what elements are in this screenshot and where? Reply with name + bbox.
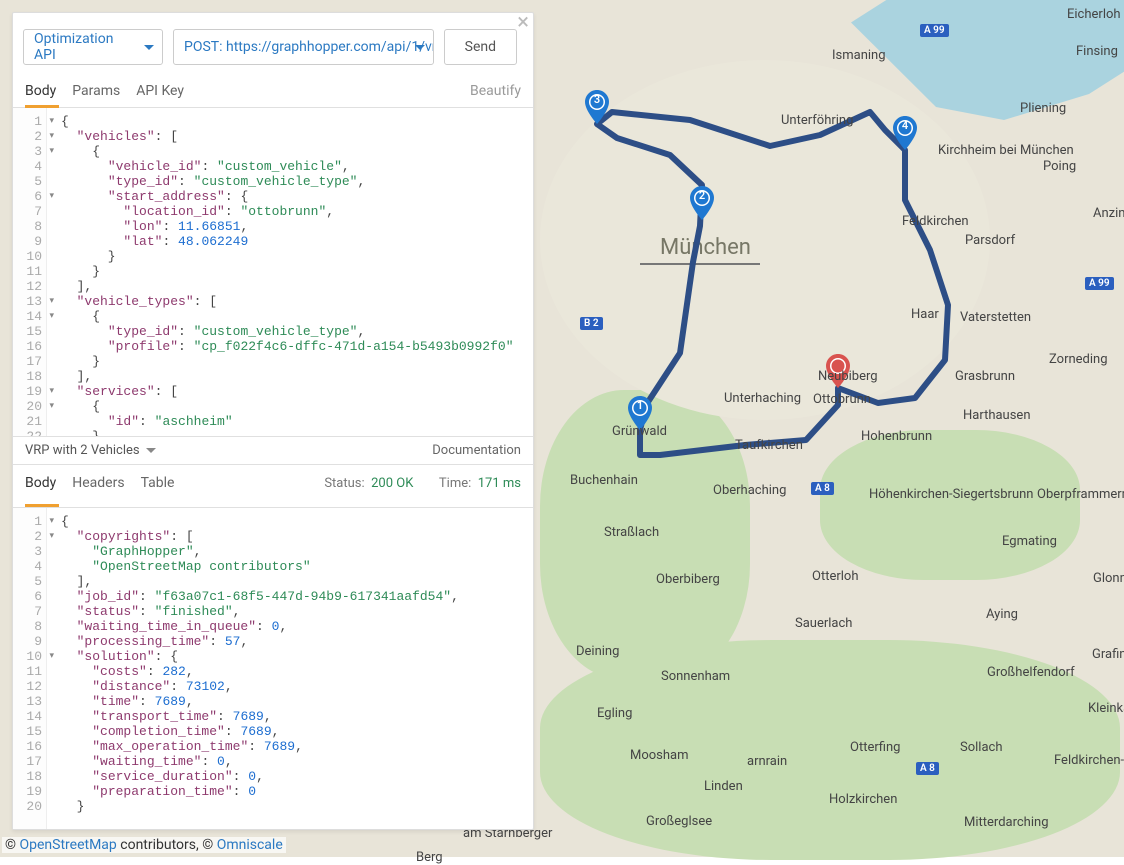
road-shield: A 99 (1085, 277, 1114, 290)
api-panel: × Optimization API POST: https://graphho… (12, 12, 534, 830)
send-button[interactable]: Send (444, 29, 517, 65)
town-label: Eicherloh (1067, 7, 1121, 22)
town-label: Oberbiberg (656, 572, 720, 587)
town-label: Feldkirchen-Westerham (1054, 753, 1124, 768)
town-label: Grasbrunn (955, 369, 1015, 384)
town-label: Linden (704, 779, 743, 794)
tab-body[interactable]: Body (25, 83, 56, 107)
forest-area (820, 430, 1080, 580)
example-select[interactable]: VRP with 2 Vehicles (25, 443, 158, 458)
city-label: München (660, 235, 751, 260)
town-label: Glonn (1093, 571, 1124, 586)
town-label: Ismaning (832, 48, 886, 63)
omniscale-link[interactable]: Omniscale (217, 837, 283, 853)
town-label: Anzing (1093, 206, 1124, 221)
town-label: Oberhaching (713, 483, 786, 498)
marker-stop-4[interactable]: 4 (893, 116, 917, 150)
town-label: Kleinkarolinenfeld (1088, 701, 1124, 716)
map-attribution: © OpenStreetMap contributors, © Omniscal… (2, 837, 286, 853)
marker-stop-2[interactable]: 2 (690, 186, 714, 220)
town-label: Vaterstetten (960, 310, 1031, 325)
request-editor[interactable]: 12345678910111213141516171819202122 { "v… (13, 108, 533, 436)
town-label: Pliening (1020, 101, 1066, 116)
town-label: Straßlach (604, 525, 659, 540)
town-label: Oberpframmern (1037, 487, 1124, 502)
town-label: Grafing (1092, 647, 1124, 662)
town-label: Kirchheim bei München (938, 143, 1074, 158)
town-label: Egling (597, 706, 632, 721)
town-label: Sauerlach (795, 616, 852, 631)
town-label: Haar (911, 307, 939, 322)
town-label: Deining (576, 644, 619, 659)
api-select[interactable]: Optimization API (23, 29, 163, 65)
town-label: Unterhaching (724, 391, 801, 406)
town-label: Holzkirchen (829, 792, 897, 807)
tab-params[interactable]: Params (72, 83, 120, 107)
town-label: Feldkirchen (902, 214, 969, 229)
town-label: Hohenbrunn (861, 429, 932, 444)
response-status: Status: 200 OK Time: 171 ms (324, 476, 521, 491)
resp-tab-body[interactable]: Body (25, 475, 56, 499)
city-underline (640, 263, 760, 265)
town-label: Höhenkirchen-Siegertsbrunn (869, 487, 1033, 502)
beautify-button[interactable]: Beautify (470, 83, 521, 107)
town-label: Sonnenham (661, 669, 730, 684)
town-label: Otterfing (850, 740, 900, 755)
town-label: Ottobrunn (813, 392, 871, 407)
town-label: Harthausen (963, 408, 1031, 423)
endpoint-url-select[interactable]: POST: https://graphhopper.com/api/1/vrp (173, 29, 434, 65)
town-label: arnrain (747, 754, 787, 769)
town-label: Finsing (1076, 44, 1118, 59)
resp-tab-headers[interactable]: Headers (72, 475, 124, 499)
town-label: Parsdorf (965, 233, 1015, 248)
town-label: Poing (1043, 159, 1076, 174)
town-label: Sollach (960, 740, 1003, 755)
town-label: Zorneding (1049, 352, 1108, 367)
town-label: Neubiberg (818, 369, 878, 384)
road-shield: A 8 (811, 482, 834, 495)
road-shield: B 2 (580, 317, 603, 330)
town-label: Buchenhain (570, 473, 638, 488)
town-label: Egmating (1002, 534, 1057, 549)
town-label: Grünwald (612, 424, 667, 439)
response-tabs: Body Headers Table Status: 200 OK Time: … (13, 464, 533, 507)
resp-tab-table[interactable]: Table (141, 475, 175, 499)
town-label: Taufkirchen (735, 438, 803, 453)
tab-apikey[interactable]: API Key (136, 83, 184, 107)
close-icon[interactable]: × (517, 13, 529, 33)
town-label: Unterföhring (781, 113, 853, 128)
town-label: Berg (416, 850, 443, 865)
road-shield: A 99 (920, 24, 949, 37)
panel-header: Optimization API POST: https://graphhopp… (13, 13, 533, 83)
osm-link[interactable]: OpenStreetMap (19, 837, 116, 853)
documentation-link[interactable]: Documentation (432, 443, 521, 458)
response-viewer[interactable]: 1234567891011121314151617181920 { "copyr… (13, 507, 533, 829)
town-label: Moosham (630, 748, 689, 763)
town-label: Mitterdarching (964, 815, 1049, 830)
example-bar: VRP with 2 Vehicles Documentation (13, 436, 533, 464)
town-label: Großhelfendorf (987, 665, 1075, 680)
town-label: Otterloh (812, 569, 858, 584)
town-label: Aying (986, 607, 1018, 622)
town-label: Großeglsee (646, 814, 712, 829)
road-shield: A 8 (916, 762, 939, 775)
request-tabs: Body Params API Key Beautify (13, 83, 533, 108)
marker-stop-3[interactable]: 3 (585, 90, 609, 124)
